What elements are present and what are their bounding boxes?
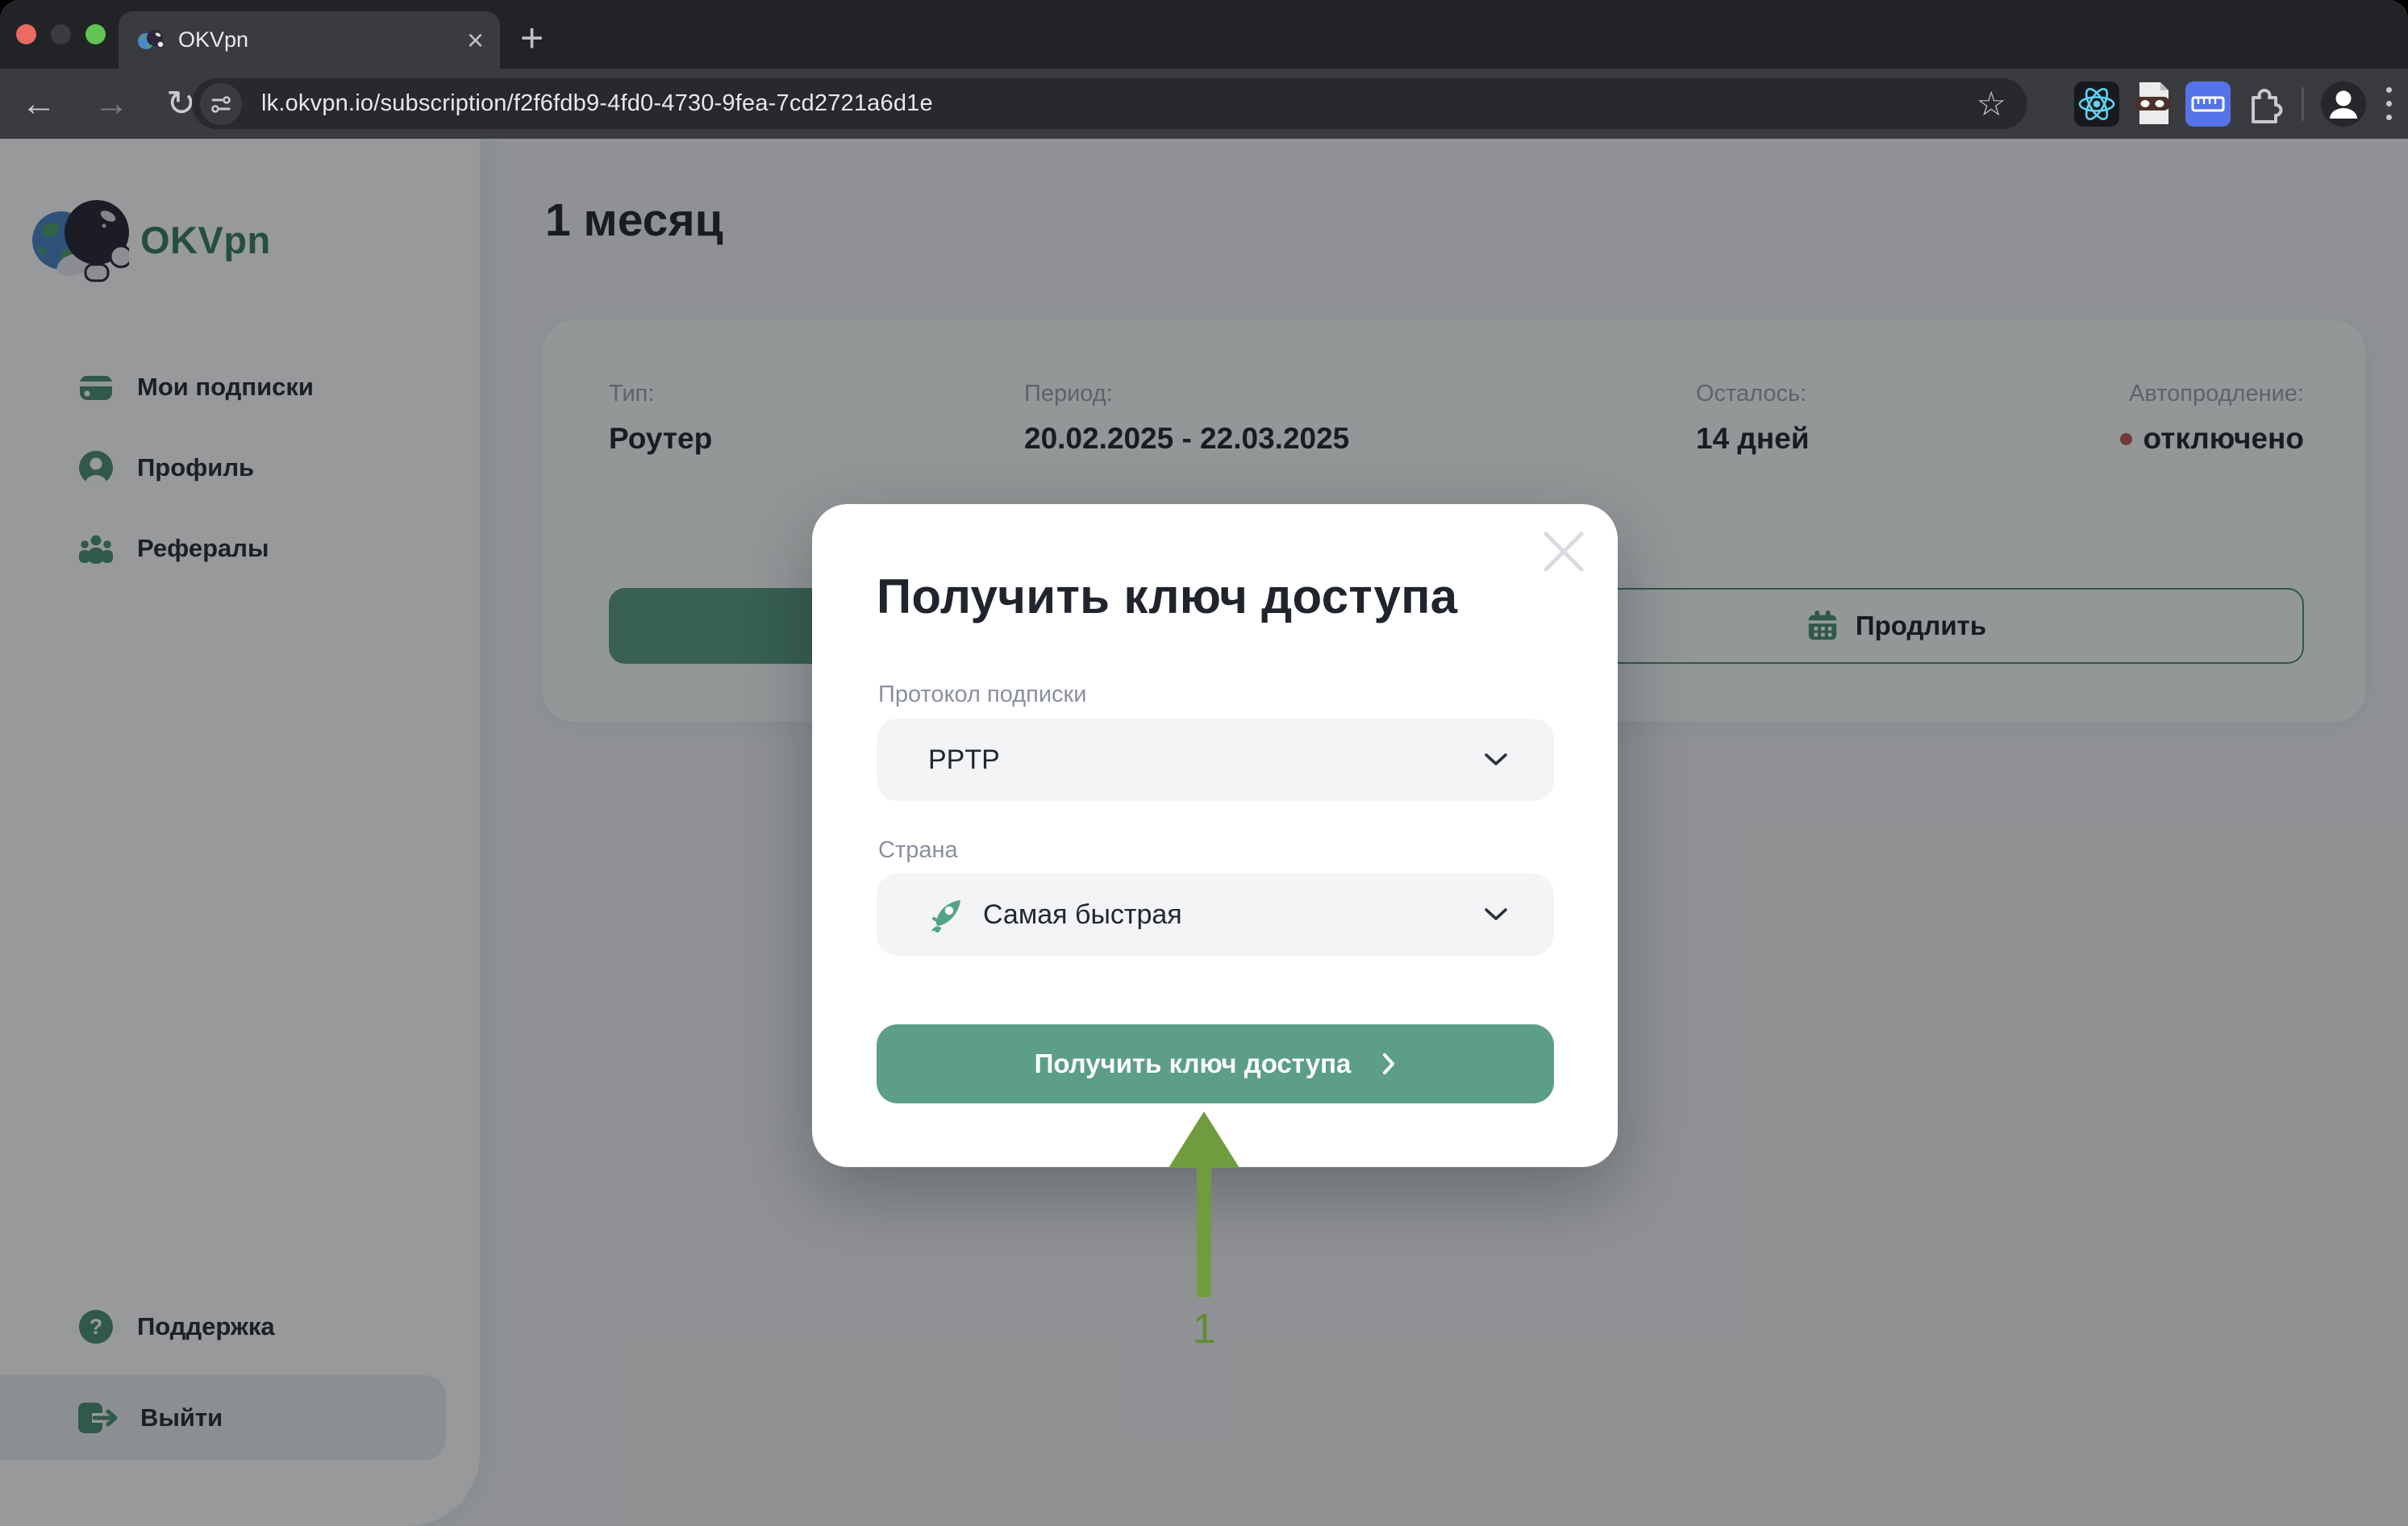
- annotation-arrow-up: [1169, 1111, 1239, 1297]
- browser-tab-okvpn[interactable]: OKVpn ×: [119, 11, 500, 69]
- country-label: Страна: [878, 837, 958, 864]
- react-devtools-icon[interactable]: [2074, 81, 2119, 127]
- close-icon[interactable]: [1540, 528, 1587, 575]
- chevron-down-icon: [1483, 907, 1509, 923]
- back-icon[interactable]: ←: [21, 84, 56, 124]
- forward-icon[interactable]: →: [94, 84, 129, 124]
- get-access-key-button[interactable]: Получить ключ доступа: [877, 1024, 1554, 1103]
- profile-avatar-icon[interactable]: [2320, 81, 2367, 127]
- minimize-window-button[interactable]: [51, 24, 71, 44]
- tab-close-icon[interactable]: ×: [467, 26, 484, 55]
- tab-title: OKVpn: [178, 27, 467, 52]
- get-access-key-button-label: Получить ключ доступа: [1035, 1049, 1352, 1079]
- zoom-window-button[interactable]: [85, 24, 106, 44]
- page-viewport: OKVpn Мои подписки: [0, 139, 2408, 1526]
- country-select[interactable]: Самая быстрая: [877, 873, 1554, 956]
- get-access-key-modal: Получить ключ доступа Протокол подписки …: [812, 504, 1618, 1167]
- bookmark-icon[interactable]: ☆: [1976, 84, 2006, 123]
- toolbar-separator: [2302, 87, 2304, 121]
- protocol-select[interactable]: PPTP: [877, 719, 1554, 801]
- site-settings-icon[interactable]: [200, 83, 242, 125]
- browser-tab-bar: OKVpn × +: [0, 0, 2408, 69]
- masked-document-extension-icon[interactable]: [2132, 81, 2173, 127]
- annotation-step-number: 1: [1169, 1305, 1239, 1353]
- browser-menu-icon[interactable]: [2380, 87, 2398, 120]
- tab-favicon: [136, 27, 164, 54]
- modal-title: Получить ключ доступа: [877, 569, 1457, 624]
- ruler-extension-icon[interactable]: [2185, 81, 2231, 127]
- country-value: Самая быстрая: [983, 899, 1483, 931]
- close-window-button[interactable]: [16, 24, 36, 44]
- new-tab-button[interactable]: +: [520, 15, 544, 61]
- extensions-puzzle-icon[interactable]: [2243, 83, 2285, 125]
- browser-window: OKVpn × + ← → ↻ lk.okvpn.io/subscription…: [0, 0, 2408, 1526]
- protocol-value: PPTP: [928, 744, 1483, 776]
- browser-toolbar: ← → ↻ lk.okvpn.io/subscription/f2f6fdb9-…: [0, 69, 2408, 139]
- chevron-down-icon: [1483, 752, 1509, 768]
- window-controls: [16, 24, 106, 44]
- rocket-icon: [928, 897, 964, 932]
- protocol-label: Протокол подписки: [878, 682, 1086, 708]
- url-bar[interactable]: lk.okvpn.io/subscription/f2f6fdb9-4fd0-4…: [192, 78, 2027, 129]
- chevron-right-icon: [1381, 1052, 1396, 1076]
- url-text[interactable]: lk.okvpn.io/subscription/f2f6fdb9-4fd0-4…: [261, 90, 1976, 117]
